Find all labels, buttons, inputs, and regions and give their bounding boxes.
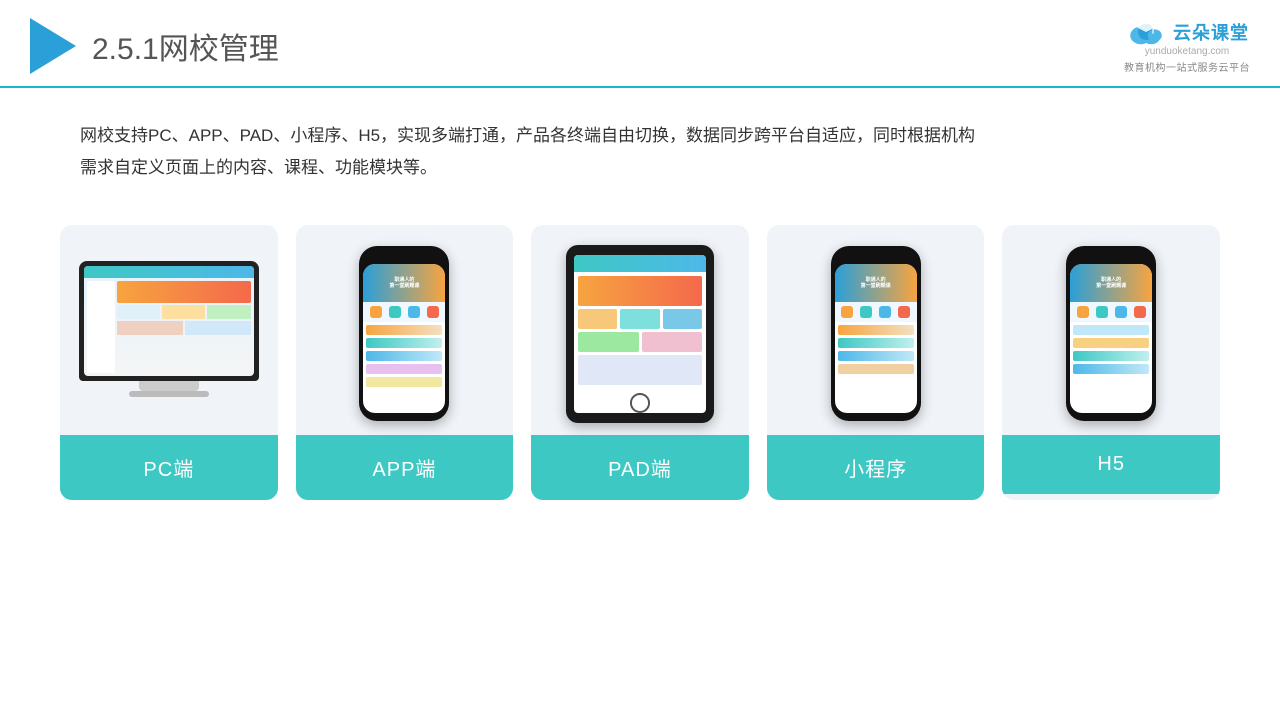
- title-main: 网校管理: [159, 33, 279, 66]
- card-pc-image: [60, 225, 278, 435]
- card-mini: 职通人的第一堂刷题课: [767, 225, 985, 500]
- logo-text: 云朵课堂: [1173, 19, 1249, 45]
- card-pad-image: [531, 225, 749, 435]
- logo-cloud: 云朵课堂: [1125, 18, 1249, 46]
- card-app-image: 职通人的第一堂刷题课: [296, 225, 514, 435]
- title-prefix: 2.5.1: [92, 33, 159, 66]
- platform-cards: PC端 职通人的第一堂刷题课: [0, 205, 1280, 500]
- description-line2: 需求自定义页面上的内容、课程、功能模块等。: [80, 152, 1200, 184]
- logo-tagline: 教育机构一站式服务云平台: [1124, 59, 1250, 74]
- phone-app-icon: 职通人的第一堂刷题课: [359, 246, 449, 421]
- card-pad: PAD端: [531, 225, 749, 500]
- phone-h5-icon: 职通人的第一堂刷题课: [1066, 246, 1156, 421]
- cloud-logo-icon: [1125, 18, 1167, 46]
- card-mini-image: 职通人的第一堂刷题课: [767, 225, 985, 435]
- page-title: 2.5.1网校管理: [92, 24, 279, 68]
- card-h5-label: H5: [1002, 435, 1220, 494]
- page-header: 2.5.1网校管理 云朵课堂 yunduoketang.com 教育机构一站式服…: [0, 0, 1280, 88]
- description-block: 网校支持PC、APP、PAD、小程序、H5，实现多端打通，产品各终端自由切换，数…: [0, 88, 1280, 205]
- card-app: 职通人的第一堂刷题课: [296, 225, 514, 500]
- header-left: 2.5.1网校管理: [30, 18, 279, 74]
- logo-area: 云朵课堂 yunduoketang.com 教育机构一站式服务云平台: [1124, 18, 1250, 74]
- card-mini-label: 小程序: [767, 435, 985, 500]
- card-pc: PC端: [60, 225, 278, 500]
- card-h5: 职通人的第一堂刷题课: [1002, 225, 1220, 500]
- play-icon: [30, 18, 76, 74]
- card-pc-label: PC端: [60, 435, 278, 500]
- tablet-pad-icon: [566, 245, 714, 423]
- pc-monitor-icon: [79, 261, 259, 406]
- description-line1: 网校支持PC、APP、PAD、小程序、H5，实现多端打通，产品各终端自由切换，数…: [80, 120, 1200, 152]
- phone-mini-icon: 职通人的第一堂刷题课: [831, 246, 921, 421]
- card-app-label: APP端: [296, 435, 514, 500]
- card-h5-image: 职通人的第一堂刷题课: [1002, 225, 1220, 435]
- logo-domain: yunduoketang.com: [1145, 46, 1230, 57]
- card-pad-label: PAD端: [531, 435, 749, 500]
